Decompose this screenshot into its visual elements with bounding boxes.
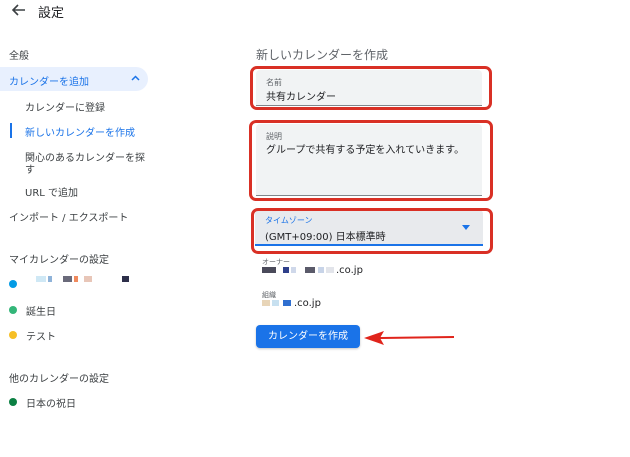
arrow-left-icon[interactable] xyxy=(10,3,26,17)
form-title: 新しいカレンダーを作成 xyxy=(256,48,389,62)
redacted-block xyxy=(36,276,46,282)
calendar-label: 日本の祝日 xyxy=(26,399,76,410)
owner-domain: .co.jp xyxy=(336,265,363,276)
calendar-color-dot xyxy=(9,280,17,288)
sidebar-item-label: カレンダーを追加 xyxy=(9,77,89,88)
redacted-block xyxy=(63,276,72,282)
redacted-block xyxy=(262,300,270,306)
redacted-block xyxy=(48,276,52,282)
top-bar: 設定 xyxy=(0,0,630,24)
other-calendars-heading: 他のカレンダーの設定 xyxy=(9,374,109,385)
redacted-block xyxy=(326,267,334,273)
sidebar-item-add-calendar[interactable]: カレンダーを追加 xyxy=(0,67,148,91)
redacted-block xyxy=(318,267,324,273)
sidebar-item-browse[interactable]: 関心のあるカレンダーを探 xyxy=(25,149,145,164)
redacted-block xyxy=(291,267,296,273)
redacted-block xyxy=(283,267,289,273)
redacted-block xyxy=(305,267,315,273)
active-indicator xyxy=(10,123,12,138)
sidebar-item-create-new[interactable]: 新しいカレンダーを作成 xyxy=(25,124,135,139)
chevron-up-icon xyxy=(131,75,140,81)
redacted-block xyxy=(74,276,78,282)
annotation-arrow xyxy=(364,331,455,345)
redacted-block xyxy=(272,300,279,306)
highlight-box xyxy=(250,66,492,110)
calendar-label: テスト xyxy=(26,332,56,343)
organization-label: 組織 xyxy=(262,291,276,299)
calendar-color-dot xyxy=(9,331,17,339)
redacted-block xyxy=(122,276,129,282)
sidebar-item-subscribe[interactable]: カレンダーに登録 xyxy=(25,99,105,114)
highlight-box xyxy=(249,120,493,201)
highlight-box xyxy=(251,208,493,254)
create-calendar-button[interactable]: カレンダーを作成 xyxy=(256,325,360,348)
organization-domain: .co.jp xyxy=(294,298,321,309)
sidebar-item-from-url[interactable]: URL で追加 xyxy=(25,184,78,199)
sidebar-item-general[interactable]: 全般 xyxy=(9,47,29,62)
redacted-block xyxy=(262,267,276,273)
page-title: 設定 xyxy=(38,6,65,21)
my-calendars-heading: マイカレンダーの設定 xyxy=(9,255,109,266)
redacted-block xyxy=(283,300,291,306)
calendar-color-dot xyxy=(9,306,17,314)
sidebar-item-browse-line2: す xyxy=(25,165,35,176)
sidebar-item-import-export[interactable]: インポート / エクスポート xyxy=(9,209,128,224)
redacted-block xyxy=(84,276,92,282)
calendar-label: 誕生日 xyxy=(26,307,56,318)
owner-label: オーナー xyxy=(262,258,290,266)
calendar-color-dot xyxy=(9,398,17,406)
